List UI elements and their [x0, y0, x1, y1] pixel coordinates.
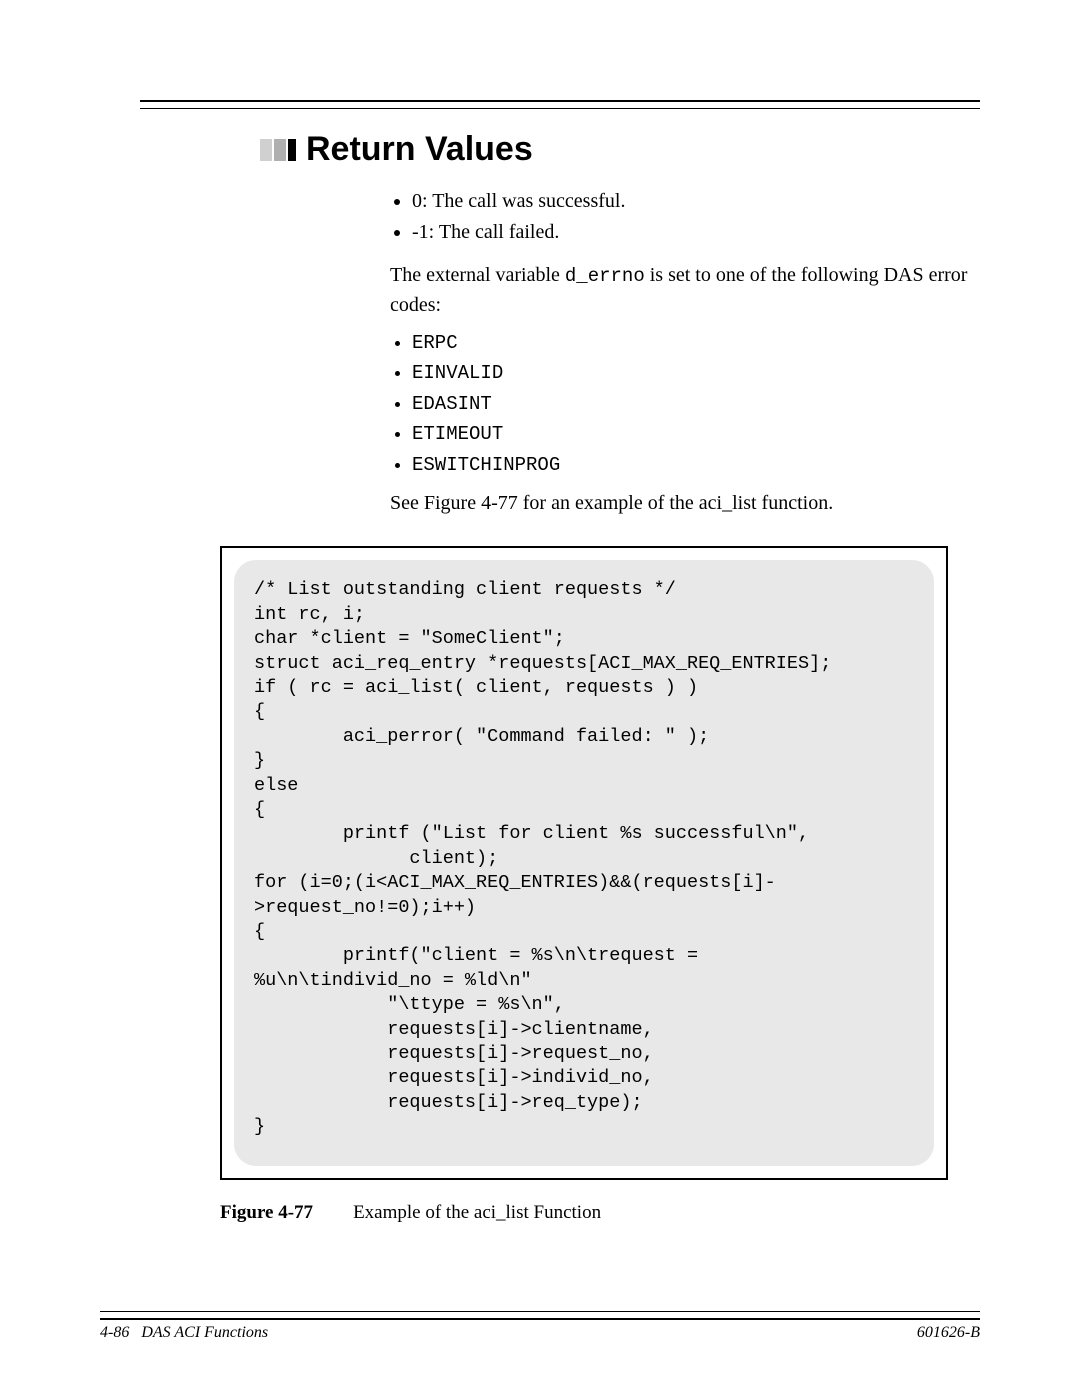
errno-paragraph: The external variable d_errno is set to …: [390, 261, 980, 320]
figure-number: Figure 4-77: [220, 1202, 313, 1223]
top-double-rule: [140, 100, 980, 109]
code-frame: /* List outstanding client requests */ i…: [220, 546, 948, 1179]
figure-caption: Figure 4-77 Example of the aci_list Funct…: [220, 1202, 980, 1224]
code-block: /* List outstanding client requests */ i…: [254, 578, 914, 1139]
footer-section-title: DAS ACI Functions: [141, 1324, 268, 1341]
list-item: 0: The call was successful.: [412, 187, 980, 216]
list-item: ETIMEOUT: [412, 421, 980, 449]
figure-title: Example of the aci_list Function: [353, 1202, 601, 1223]
return-value-list: 0: The call was successful. -1: The call…: [390, 187, 980, 247]
error-code-list: ERPC EINVALID EDASINT ETIMEOUT ESWITCHIN…: [390, 330, 980, 480]
heading-bullet-icon: [260, 139, 296, 161]
content-area: Return Values 0: The call was successful…: [140, 130, 980, 1224]
figure-area: /* List outstanding client requests */ i…: [220, 546, 980, 1223]
see-figure-paragraph: See Figure 4-77 for an example of the ac…: [390, 489, 980, 518]
footer-right: 601626-B: [917, 1324, 980, 1342]
footer: 4-86 DAS ACI Functions 601626-B: [100, 1311, 980, 1342]
inline-code-d-errno: d_errno: [565, 265, 645, 287]
list-item: -1: The call failed.: [412, 218, 980, 247]
list-item: EDASINT: [412, 391, 980, 419]
list-item: ERPC: [412, 330, 980, 358]
footer-page-number: 4-86: [100, 1324, 129, 1341]
code-panel: /* List outstanding client requests */ i…: [234, 560, 934, 1165]
footer-double-rule: [100, 1311, 980, 1320]
list-item: EINVALID: [412, 360, 980, 388]
section-heading: Return Values: [306, 130, 533, 169]
body-area: 0: The call was successful. -1: The call…: [390, 187, 980, 518]
footer-left: 4-86 DAS ACI Functions: [100, 1324, 268, 1342]
heading-row: Return Values: [260, 130, 980, 169]
para-text-pre: The external variable: [390, 264, 565, 286]
page: Return Values 0: The call was successful…: [0, 0, 1080, 1397]
list-item: ESWITCHINPROG: [412, 452, 980, 480]
footer-text-row: 4-86 DAS ACI Functions 601626-B: [100, 1324, 980, 1342]
